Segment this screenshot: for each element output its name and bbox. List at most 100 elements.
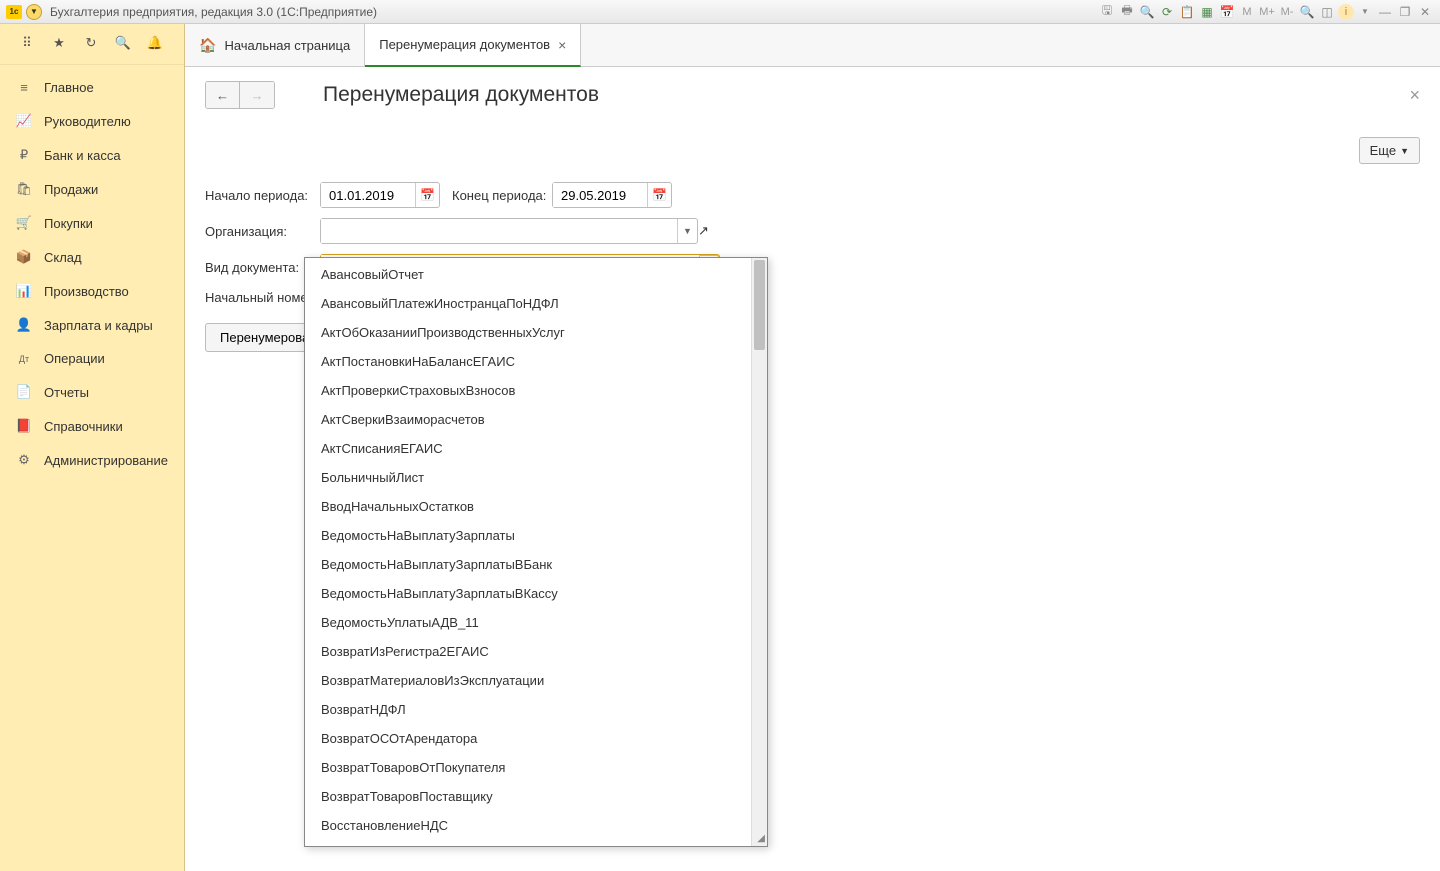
- dropdown-item[interactable]: ВозвратНДФЛ: [305, 695, 751, 724]
- tab-label: Перенумерация документов: [379, 37, 550, 52]
- tab-home[interactable]: 🏠 Начальная страница: [185, 24, 365, 66]
- sidebar-item-production[interactable]: 📊 Производство: [0, 274, 184, 308]
- sidebar-item-warehouse[interactable]: 📦 Склад: [0, 240, 184, 274]
- sidebar-item-label: Администрирование: [44, 453, 168, 468]
- help-dropdown-icon[interactable]: ▼: [1356, 3, 1374, 21]
- sidebar-item-purchases[interactable]: 🛒 Покупки: [0, 206, 184, 240]
- print-icon[interactable]: 🖶: [1118, 3, 1136, 21]
- save-icon[interactable]: 🖫: [1098, 3, 1116, 21]
- dropdown-item[interactable]: ВедомостьНаВыплатуЗарплатыВКассу: [305, 579, 751, 608]
- search-icon[interactable]: 🔍: [114, 34, 132, 52]
- period-start-label: Начало периода:: [205, 188, 320, 203]
- period-end-label: Конец периода:: [452, 188, 552, 203]
- dropdown-item[interactable]: АктПостановкиНаБалансЕГАИС: [305, 347, 751, 376]
- dropdown-item[interactable]: ВозвратИзРегистра2ЕГАИС: [305, 637, 751, 666]
- gear-icon: ⚙: [16, 452, 32, 468]
- period-end-field[interactable]: [553, 183, 647, 207]
- sidebar-item-label: Покупки: [44, 216, 93, 231]
- close-tab-icon[interactable]: ×: [558, 37, 566, 53]
- debit-icon: Дт: [16, 354, 32, 364]
- org-input[interactable]: [321, 219, 677, 243]
- dropdown-item[interactable]: ВосстановлениеНДС: [305, 811, 751, 840]
- dropdown-item[interactable]: АктСверкиВзаиморасчетов: [305, 405, 751, 434]
- memory-mminus-icon[interactable]: M-: [1278, 3, 1296, 21]
- more-button[interactable]: Еще ▼: [1359, 137, 1420, 164]
- dropdown-item[interactable]: ВедомостьУплатыАДВ_11: [305, 608, 751, 637]
- calendar-picker-icon[interactable]: 📅: [415, 183, 439, 207]
- history-icon[interactable]: ↻: [82, 34, 100, 52]
- sidebar-item-main[interactable]: ≡ Главное: [0, 71, 184, 104]
- maximize-icon[interactable]: ❐: [1396, 3, 1414, 21]
- doc-type-label: Вид документа:: [205, 260, 320, 275]
- minimize-icon[interactable]: —: [1376, 3, 1394, 21]
- zoom-icon[interactable]: 🔍: [1298, 3, 1316, 21]
- sidebar-item-reports[interactable]: 📄 Отчеты: [0, 375, 184, 409]
- dropdown-item[interactable]: АвансовыйОтчет: [305, 260, 751, 289]
- dropdown-item[interactable]: ВосстановлениеНДСПоОбъектамНедвижимости: [305, 840, 751, 846]
- dropdown-item[interactable]: ВозвратТоваровПоставщику: [305, 782, 751, 811]
- close-page-icon[interactable]: ×: [1409, 85, 1420, 106]
- period-end-input[interactable]: 📅: [552, 182, 672, 208]
- chart-icon: 📈: [16, 113, 32, 129]
- copy-icon[interactable]: 📋: [1178, 3, 1196, 21]
- cart-icon: 🛒: [16, 215, 32, 231]
- period-start-field[interactable]: [321, 183, 415, 207]
- dropdown-item[interactable]: ВедомостьНаВыплатуЗарплаты: [305, 521, 751, 550]
- sidebar-item-operations[interactable]: Дт Операции: [0, 342, 184, 375]
- dropdown-item[interactable]: АвансовыйПлатежИностранцаПоНДФЛ: [305, 289, 751, 318]
- sidebar-item-label: Операции: [44, 351, 105, 366]
- doc-icon: 📄: [16, 384, 32, 400]
- period-start-input[interactable]: 📅: [320, 182, 440, 208]
- dropdown-resize-icon[interactable]: ◢: [757, 833, 765, 844]
- dropdown-item[interactable]: АктПроверкиСтраховыхВзносов: [305, 376, 751, 405]
- dropdown-item[interactable]: ВедомостьНаВыплатуЗарплатыВБанк: [305, 550, 751, 579]
- sidebar-item-label: Банк и касса: [44, 148, 121, 163]
- start-num-label: Начальный номер:: [205, 290, 320, 305]
- favorites-icon[interactable]: ★: [50, 34, 68, 52]
- book-icon: 📕: [16, 418, 32, 434]
- dropdown-item[interactable]: ВводНачальныхОстатков: [305, 492, 751, 521]
- nav-back-button[interactable]: ←: [206, 82, 240, 108]
- dropdown-item[interactable]: АктСписанияЕГАИС: [305, 434, 751, 463]
- sidebar-item-admin[interactable]: ⚙ Администрирование: [0, 443, 184, 477]
- sidebar-item-salary[interactable]: 👤 Зарплата и кадры: [0, 308, 184, 342]
- tab-renumber[interactable]: Перенумерация документов ×: [365, 24, 581, 67]
- memory-m-icon[interactable]: M: [1238, 3, 1256, 21]
- panels-icon[interactable]: ◫: [1318, 3, 1336, 21]
- dropdown-item[interactable]: ВозвратТоваровОтПокупателя: [305, 753, 751, 782]
- person-icon: 👤: [16, 317, 32, 333]
- dropdown-scrollbar[interactable]: ◢: [751, 258, 767, 846]
- sidebar-item-catalogs[interactable]: 📕 Справочники: [0, 409, 184, 443]
- preview-icon[interactable]: 🔍: [1138, 3, 1156, 21]
- org-open-button[interactable]: ↗: [698, 223, 709, 239]
- dropdown-item[interactable]: АктОбОказанииПроизводственныхУслуг: [305, 318, 751, 347]
- close-window-icon[interactable]: ✕: [1416, 3, 1434, 21]
- app-menu-dropdown[interactable]: ▼: [26, 4, 42, 20]
- sidebar-item-manager[interactable]: 📈 Руководителю: [0, 104, 184, 138]
- sidebar-item-bank[interactable]: ₽ Банк и касса: [0, 138, 184, 172]
- sidebar-item-sales[interactable]: 🛍 Продажи: [0, 172, 184, 206]
- org-label: Организация:: [205, 224, 320, 239]
- org-dropdown-button[interactable]: ▼: [677, 219, 697, 243]
- reload-icon[interactable]: ⟳: [1158, 3, 1176, 21]
- window-title: Бухгалтерия предприятия, редакция 3.0 (1…: [50, 5, 377, 19]
- scrollbar-thumb[interactable]: [754, 260, 765, 350]
- dropdown-item[interactable]: ВозвратОСОтАрендатора: [305, 724, 751, 753]
- calendar-picker-icon[interactable]: 📅: [647, 183, 671, 207]
- memory-mplus-icon[interactable]: M+: [1258, 3, 1276, 21]
- help-icon[interactable]: i: [1338, 4, 1354, 20]
- org-combo[interactable]: ▼: [320, 218, 698, 244]
- dropdown-items: АвансовыйОтчетАвансовыйПлатежИностранцаП…: [305, 258, 751, 846]
- apps-icon[interactable]: ⠿: [18, 34, 36, 52]
- nav-forward-button[interactable]: →: [240, 82, 274, 108]
- notifications-icon[interactable]: 🔔: [146, 34, 164, 52]
- titlebar-icons: 🖫 🖶 🔍 ⟳ 📋 ▦ 📅 M M+ M- 🔍 ◫ i ▼ — ❐ ✕: [1098, 3, 1434, 21]
- calc-icon[interactable]: ▦: [1198, 3, 1216, 21]
- dropdown-item[interactable]: ВозвратМатериаловИзЭксплуатации: [305, 666, 751, 695]
- bag-icon: 🛍: [16, 181, 32, 197]
- dropdown-item[interactable]: БольничныйЛист: [305, 463, 751, 492]
- main-area: 🏠 Начальная страница Перенумерация докум…: [185, 24, 1440, 871]
- sidebar-item-label: Главное: [44, 80, 94, 95]
- more-label: Еще: [1370, 143, 1396, 158]
- calendar-icon[interactable]: 📅: [1218, 3, 1236, 21]
